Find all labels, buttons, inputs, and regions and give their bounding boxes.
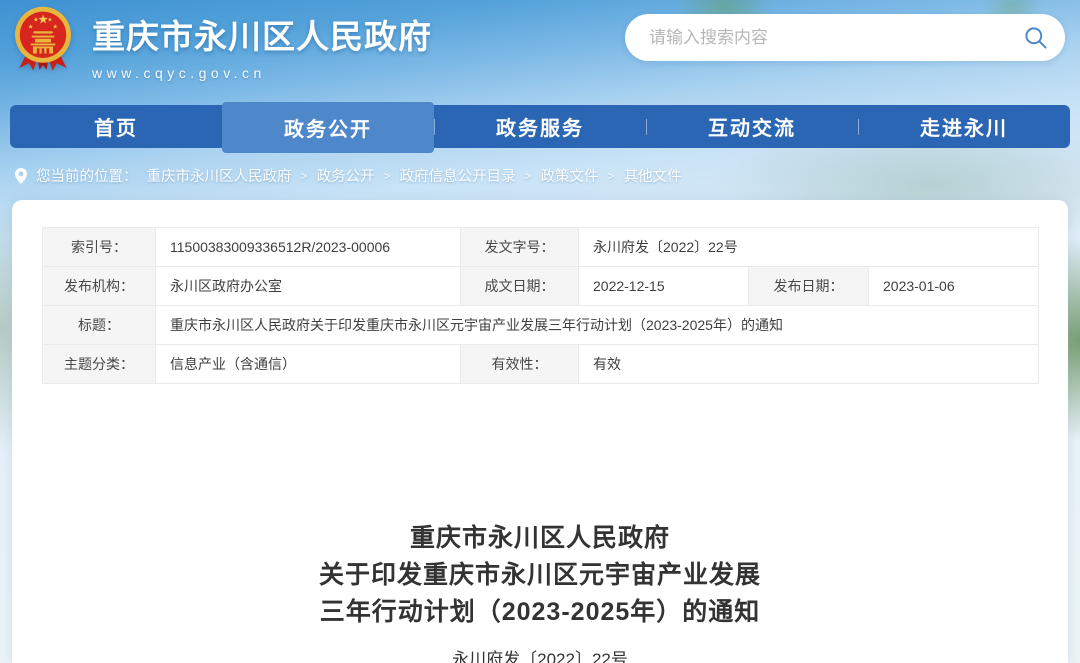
- nav-item-label: 政务服务: [496, 112, 584, 141]
- document-title: 重庆市永川区人民政府 关于印发重庆市永川区元宇宙产业发展 三年行动计划（2023…: [12, 520, 1068, 631]
- breadcrumb-separator: >: [384, 169, 391, 183]
- nav-item-gov-services[interactable]: 政务服务: [434, 105, 646, 148]
- meta-value-category: 信息产业（含通信）: [156, 345, 461, 384]
- document-title-line2: 关于印发重庆市永川区元宇宙产业发展: [12, 557, 1068, 594]
- search-icon[interactable]: [1022, 24, 1049, 51]
- site-header: ★ ★ ★ ★ ★ 重庆市永川区人民政府: [0, 0, 1080, 105]
- nav-item-about-yongchuan[interactable]: 走进永川: [858, 105, 1070, 148]
- search-input[interactable]: [625, 14, 1065, 61]
- site-url: www.cqyc.gov.cn: [92, 65, 432, 81]
- meta-label-written: 成文日期：: [461, 267, 579, 306]
- meta-value-published: 2023-01-06: [869, 267, 1039, 306]
- breadcrumb-separator: >: [525, 169, 532, 183]
- breadcrumb-separator: >: [608, 169, 615, 183]
- meta-label-doc-no: 发文字号：: [461, 228, 579, 267]
- meta-row-2: 发布机构： 永川区政府办公室 成文日期： 2022-12-15 发布日期： 20…: [43, 267, 1039, 306]
- content-card: 索引号： 11500383009336512R/2023-00006 发文字号：…: [12, 200, 1068, 663]
- meta-row-4: 主题分类： 信息产业（含通信） 有效性： 有效: [43, 345, 1039, 384]
- meta-label-org: 发布机构：: [43, 267, 156, 306]
- document-number: 永川府发〔2022〕22号: [12, 645, 1068, 663]
- svg-text:★: ★: [33, 17, 38, 24]
- breadcrumb-item-info-directory[interactable]: 政府信息公开目录: [400, 165, 516, 186]
- document-heading: 重庆市永川区人民政府 关于印发重庆市永川区元宇宙产业发展 三年行动计划（2023…: [12, 520, 1068, 663]
- meta-row-1: 索引号： 11500383009336512R/2023-00006 发文字号：…: [43, 228, 1039, 267]
- national-emblem-icon: ★ ★ ★ ★ ★: [8, 2, 78, 78]
- nav-item-home[interactable]: 首页: [10, 105, 222, 148]
- meta-label-category: 主题分类：: [43, 345, 156, 384]
- svg-text:★: ★: [47, 17, 52, 24]
- meta-value-validity: 有效: [579, 345, 1039, 384]
- breadcrumb: 您当前的位置： 重庆市永川区人民政府 > 政务公开 > 政府信息公开目录 > 政…: [15, 165, 682, 186]
- nav-item-label: 首页: [94, 112, 138, 141]
- national-emblem-logo[interactable]: ★ ★ ★ ★ ★: [8, 2, 78, 78]
- location-pin-icon: [15, 168, 27, 184]
- doc-meta-table: 索引号： 11500383009336512R/2023-00006 发文字号：…: [42, 227, 1039, 384]
- meta-value-title: 重庆市永川区人民政府关于印发重庆市永川区元宇宙产业发展三年行动计划（2023-2…: [156, 306, 1039, 345]
- meta-value-index: 11500383009336512R/2023-00006: [156, 228, 461, 267]
- document-title-line3: 三年行动计划（2023-2025年）的通知: [12, 594, 1068, 631]
- meta-value-written: 2022-12-15: [579, 267, 749, 306]
- breadcrumb-item-policy-files[interactable]: 政策文件: [541, 165, 599, 186]
- meta-value-org: 永川区政府办公室: [156, 267, 461, 306]
- main-nav: 首页 政务公开 政务服务 互动交流 走进永川: [10, 105, 1070, 148]
- document-title-line1: 重庆市永川区人民政府: [12, 520, 1068, 557]
- meta-label-published: 发布日期：: [749, 267, 869, 306]
- nav-item-label: 走进永川: [920, 112, 1008, 141]
- breadcrumb-separator: >: [301, 169, 308, 183]
- breadcrumb-item-home[interactable]: 重庆市永川区人民政府: [147, 165, 292, 186]
- breadcrumb-item-other-files[interactable]: 其他文件: [624, 165, 682, 186]
- svg-text:★: ★: [28, 24, 33, 31]
- page: ★ ★ ★ ★ ★ 重庆市永川区人民政府: [0, 0, 1080, 663]
- meta-label-index: 索引号：: [43, 228, 156, 267]
- breadcrumb-prefix: 您当前的位置：: [36, 165, 138, 186]
- nav-item-label: 政务公开: [284, 113, 372, 142]
- breadcrumb-item-gov-info[interactable]: 政务公开: [317, 165, 375, 186]
- meta-row-3: 标题： 重庆市永川区人民政府关于印发重庆市永川区元宇宙产业发展三年行动计划（20…: [43, 306, 1039, 345]
- nav-item-gov-info[interactable]: 政务公开: [222, 102, 434, 153]
- nav-item-interaction[interactable]: 互动交流: [646, 105, 858, 148]
- nav-item-label: 互动交流: [708, 112, 796, 141]
- svg-text:★: ★: [53, 24, 58, 31]
- search-box: [625, 14, 1065, 61]
- site-brand: 重庆市永川区人民政府 www.cqyc.gov.cn: [92, 10, 432, 81]
- site-title: 重庆市永川区人民政府: [92, 10, 432, 58]
- meta-label-validity: 有效性：: [461, 345, 579, 384]
- meta-value-doc-no: 永川府发〔2022〕22号: [579, 228, 1039, 267]
- meta-label-title: 标题：: [43, 306, 156, 345]
